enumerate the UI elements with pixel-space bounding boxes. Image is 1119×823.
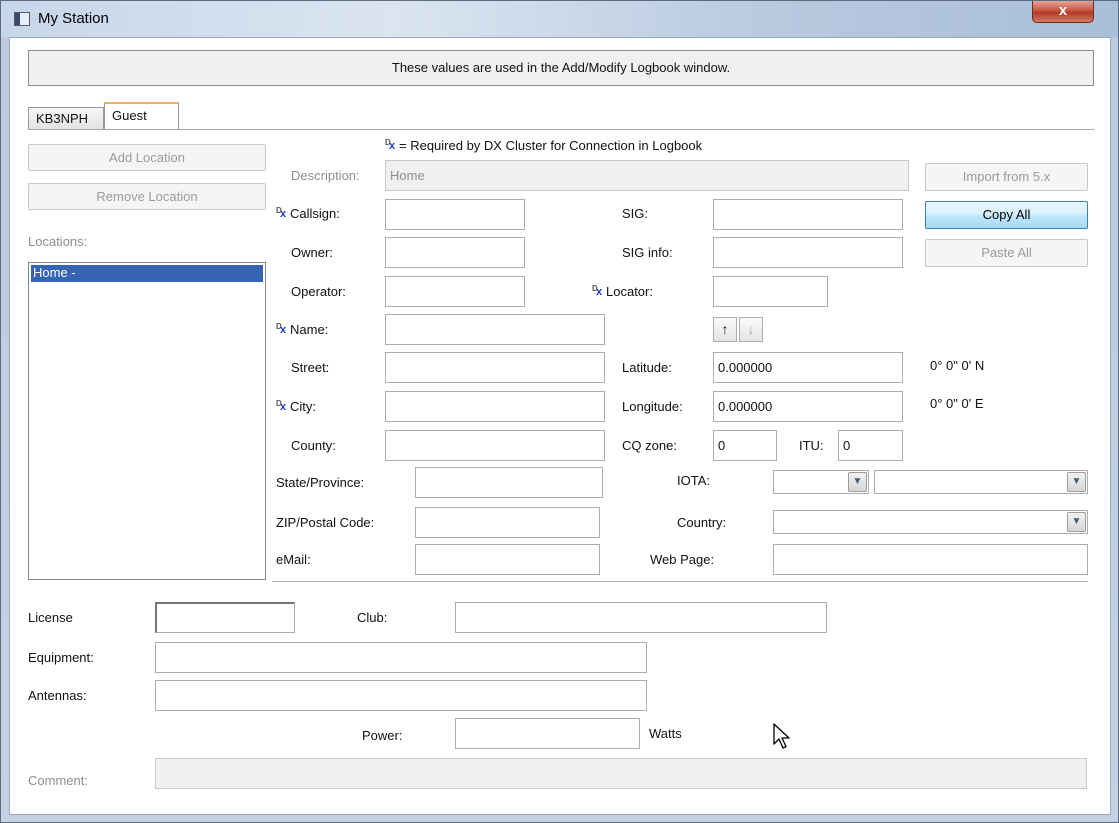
- street-label: Street:: [291, 360, 330, 375]
- name-field[interactable]: [385, 314, 605, 345]
- latitude-dms: 0° 0" 0' N: [930, 358, 985, 373]
- chevron-down-icon[interactable]: ▼: [848, 472, 867, 492]
- email-field[interactable]: [415, 544, 600, 575]
- equipment-label: Equipment:: [28, 650, 94, 665]
- operator-label: Operator:: [291, 284, 346, 299]
- antennas-field[interactable]: [155, 680, 647, 711]
- operator-field[interactable]: [385, 276, 525, 307]
- equipment-field[interactable]: [155, 642, 647, 673]
- state-field[interactable]: [415, 467, 603, 498]
- arrow-down-icon[interactable]: ↓: [739, 317, 763, 342]
- zip-field[interactable]: [415, 507, 600, 538]
- description-label: Description:: [291, 168, 360, 183]
- city-label: City:: [276, 396, 316, 415]
- sig-label: SIG:: [622, 206, 649, 221]
- itu-label: ITU:: [799, 438, 824, 453]
- title-bar[interactable]: My Station x: [1, 1, 1118, 37]
- tab-kb3nph[interactable]: KB3NPH: [28, 107, 104, 130]
- city-field[interactable]: [385, 391, 605, 422]
- location-item-home[interactable]: Home -: [31, 265, 263, 282]
- sig-info-label: SIG info:: [622, 245, 673, 260]
- dx-cluster-icon: [276, 203, 289, 222]
- my-station-window: My Station x These values are used in th…: [0, 0, 1119, 823]
- club-field[interactable]: [455, 602, 827, 633]
- import-button[interactable]: Import from 5.x: [925, 163, 1088, 191]
- cq-zone-label: CQ zone:: [622, 438, 677, 453]
- longitude-label: Longitude:: [622, 399, 683, 414]
- longitude-field[interactable]: 0.000000: [713, 391, 903, 422]
- sig-info-field[interactable]: [713, 237, 903, 268]
- chevron-down-icon[interactable]: ▼: [1067, 512, 1086, 532]
- power-label: Power:: [362, 728, 403, 743]
- close-button[interactable]: x: [1032, 1, 1094, 23]
- name-label: Name:: [276, 319, 328, 338]
- tab-guest[interactable]: Guest: [104, 102, 179, 130]
- window-title: My Station: [38, 10, 109, 27]
- license-label: License: [28, 610, 73, 625]
- add-location-button[interactable]: Add Location: [28, 144, 266, 171]
- web-page-field[interactable]: [773, 544, 1088, 575]
- cq-zone-field[interactable]: 0: [713, 430, 777, 461]
- iota-label: IOTA:: [677, 473, 710, 488]
- dx-cluster-icon: [592, 281, 605, 300]
- callsign-field[interactable]: [385, 199, 525, 230]
- dx-cluster-icon: [385, 135, 398, 154]
- owner-label: Owner:: [291, 245, 333, 260]
- arrow-up-icon[interactable]: ↑: [713, 317, 737, 342]
- locator-field[interactable]: [713, 276, 828, 307]
- chevron-down-icon[interactable]: ▼: [1067, 472, 1086, 492]
- license-field[interactable]: [155, 602, 295, 633]
- county-label: County:: [291, 438, 336, 453]
- app-icon: [14, 12, 30, 26]
- remove-location-button[interactable]: Remove Location: [28, 183, 266, 210]
- copy-all-button[interactable]: Copy All: [925, 201, 1088, 229]
- form-divider: [272, 581, 1088, 582]
- iota-prefix-select[interactable]: ▼: [773, 470, 869, 494]
- email-label: eMail:: [276, 552, 311, 567]
- itu-field[interactable]: 0: [838, 430, 903, 461]
- locations-label: Locations:: [28, 234, 88, 249]
- zip-label: ZIP/Postal Code:: [276, 515, 375, 530]
- required-note: = Required by DX Cluster for Connection …: [385, 135, 702, 154]
- web-page-label: Web Page:: [650, 552, 715, 567]
- info-banner: These values are used in the Add/Modify …: [28, 50, 1094, 86]
- comment-label: Comment:: [28, 773, 88, 788]
- locator-label: Locator:: [592, 281, 653, 300]
- comment-field[interactable]: [155, 758, 1087, 789]
- dx-cluster-icon: [276, 319, 289, 338]
- tab-divider: [28, 129, 1094, 130]
- client-area: These values are used in the Add/Modify …: [9, 37, 1111, 815]
- sig-field[interactable]: [713, 199, 903, 230]
- owner-field[interactable]: [385, 237, 525, 268]
- latitude-label: Latitude:: [622, 360, 672, 375]
- country-select[interactable]: ▼: [773, 510, 1088, 534]
- locations-list[interactable]: Home -: [28, 262, 266, 580]
- description-field[interactable]: Home: [385, 160, 909, 191]
- county-field[interactable]: [385, 430, 605, 461]
- longitude-dms: 0° 0" 0' E: [930, 396, 984, 411]
- latitude-field[interactable]: 0.000000: [713, 352, 903, 383]
- callsign-label: Callsign:: [276, 203, 340, 222]
- watts-label: Watts: [649, 726, 682, 741]
- state-label: State/Province:: [276, 475, 365, 490]
- iota-number-select[interactable]: ▼: [874, 470, 1088, 494]
- club-label: Club:: [357, 610, 388, 625]
- mouse-cursor-icon: [773, 723, 790, 749]
- paste-all-button[interactable]: Paste All: [925, 239, 1088, 267]
- power-field[interactable]: [455, 718, 640, 749]
- street-field[interactable]: [385, 352, 605, 383]
- country-label: Country:: [677, 515, 727, 530]
- antennas-label: Antennas:: [28, 688, 87, 703]
- dx-cluster-icon: [276, 396, 289, 415]
